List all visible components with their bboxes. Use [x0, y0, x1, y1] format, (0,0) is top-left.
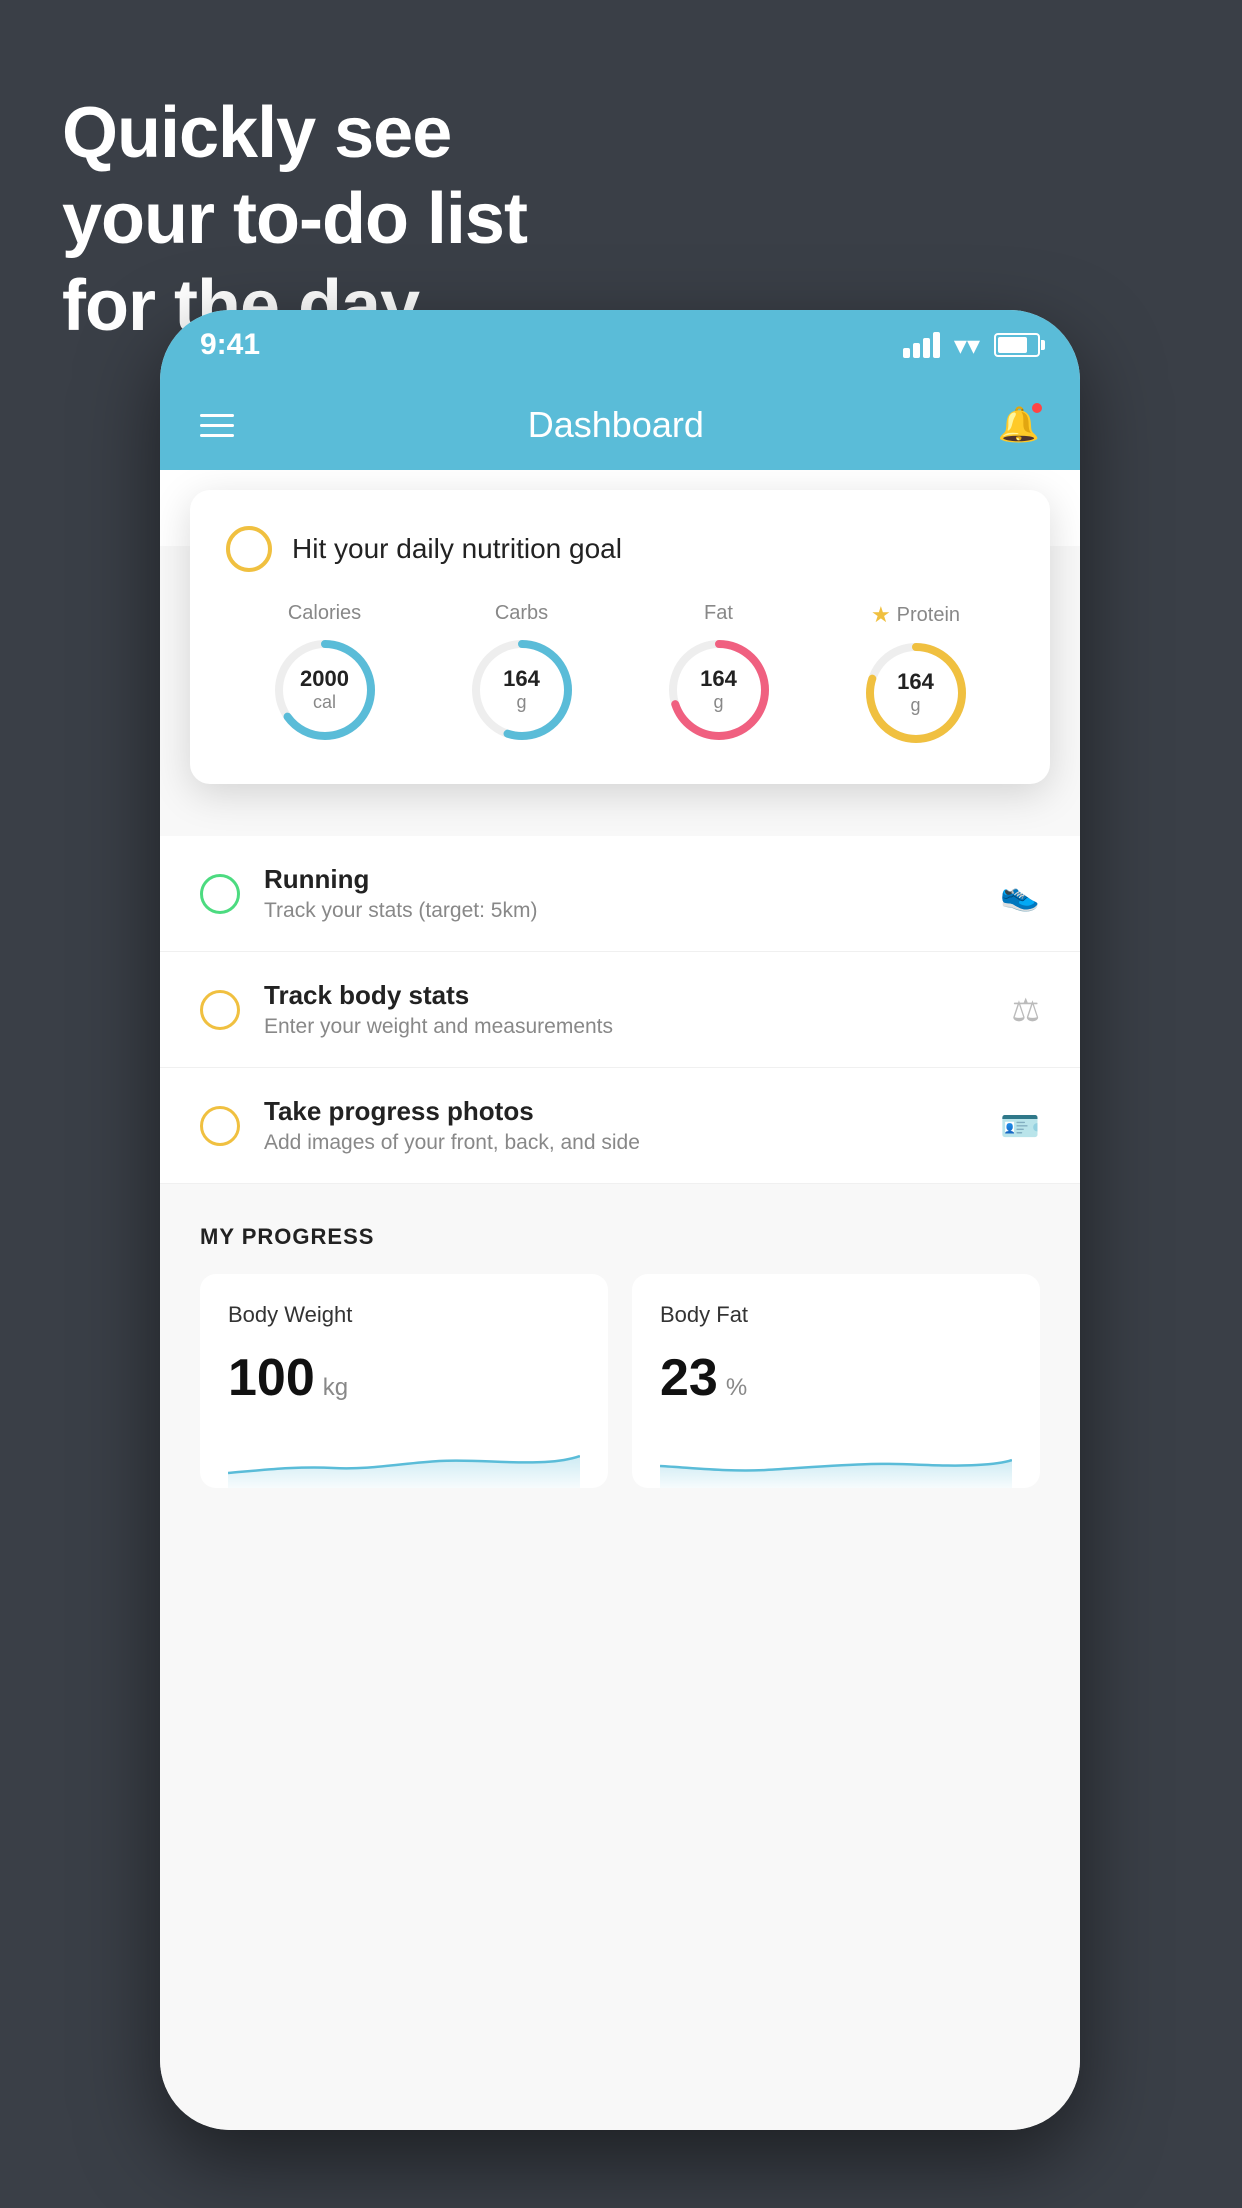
ring-fat-value: 164 — [700, 666, 737, 692]
app-content: THINGS TO DO TODAY Hit your daily nutrit… — [160, 470, 1080, 2130]
ring-protein-unit: g — [897, 695, 934, 717]
ring-protein-container: 164 g — [861, 638, 971, 748]
progress-cards: Body Weight 100 kg — [200, 1274, 1040, 1488]
nutrition-card-title-row: Hit your daily nutrition goal — [226, 526, 1014, 572]
progress-card-fat[interactable]: Body Fat 23 % — [632, 1274, 1040, 1488]
signal-icon — [903, 332, 940, 358]
wifi-icon: ▾▾ — [954, 330, 980, 361]
todo-subtitle-running: Track your stats (target: 5km) — [264, 899, 976, 923]
ring-calories-label: Calories — [288, 602, 361, 625]
todo-circle-running — [200, 874, 240, 914]
ring-carbs-label: Carbs — [495, 602, 548, 625]
scale-icon: ⚖ — [1011, 991, 1040, 1029]
ring-fat-container: 164 g — [664, 635, 774, 745]
status-bar: 9:41 ▾▾ — [160, 310, 1080, 380]
notification-badge — [1030, 401, 1044, 415]
progress-fat-value-row: 23 % — [660, 1348, 1012, 1408]
ring-fat-label: Fat — [704, 602, 733, 625]
ring-carbs-value: 164 — [503, 666, 540, 692]
app-header: Dashboard 🔔 — [160, 380, 1080, 470]
nutrition-rings: Calories 2000 cal Carbs — [226, 602, 1014, 748]
ring-carbs: Carbs 164 g — [467, 602, 577, 745]
app-title: Dashboard — [528, 404, 704, 446]
ring-carbs-container: 164 g — [467, 635, 577, 745]
progress-section-label: MY PROGRESS — [200, 1224, 1040, 1250]
body-fat-chart — [660, 1428, 1012, 1488]
progress-section: MY PROGRESS Body Weight 100 kg — [160, 1184, 1080, 1518]
progress-fat-unit: % — [726, 1374, 747, 1402]
notification-button[interactable]: 🔔 — [998, 405, 1040, 445]
progress-card-weight-title: Body Weight — [228, 1302, 580, 1328]
todo-list: Running Track your stats (target: 5km) 👟… — [160, 836, 1080, 1184]
ring-carbs-unit: g — [503, 692, 540, 714]
ring-calories-container: 2000 cal — [270, 635, 380, 745]
nutrition-card-title: Hit your daily nutrition goal — [292, 533, 622, 565]
todo-subtitle-photos: Add images of your front, back, and side — [264, 1131, 976, 1155]
phone-frame: 9:41 ▾▾ Dashboard 🔔 THINGS TO DO TODAY — [160, 310, 1080, 2130]
progress-fat-value: 23 — [660, 1348, 718, 1408]
star-icon: ★ — [871, 602, 891, 628]
running-icon: 👟 — [1000, 875, 1040, 913]
nutrition-check-circle[interactable] — [226, 526, 272, 572]
headline-line2: your to-do list — [62, 179, 527, 259]
todo-circle-body-stats — [200, 990, 240, 1030]
body-weight-chart — [228, 1428, 580, 1488]
ring-calories-unit: cal — [300, 692, 349, 714]
todo-text-running: Running Track your stats (target: 5km) — [264, 864, 976, 923]
progress-weight-value-row: 100 kg — [228, 1348, 580, 1408]
todo-text-body-stats: Track body stats Enter your weight and m… — [264, 980, 987, 1039]
headline-line1: Quickly see — [62, 93, 451, 173]
todo-title-running: Running — [264, 864, 976, 895]
todo-subtitle-body-stats: Enter your weight and measurements — [264, 1015, 987, 1039]
ring-protein: ★ Protein 164 g — [861, 602, 971, 748]
todo-item-running[interactable]: Running Track your stats (target: 5km) 👟 — [160, 836, 1080, 952]
todo-item-photos[interactable]: Take progress photos Add images of your … — [160, 1068, 1080, 1184]
todo-text-photos: Take progress photos Add images of your … — [264, 1096, 976, 1155]
ring-protein-value: 164 — [897, 669, 934, 695]
progress-card-fat-title: Body Fat — [660, 1302, 1012, 1328]
battery-icon — [994, 333, 1040, 357]
progress-weight-value: 100 — [228, 1348, 315, 1408]
todo-title-photos: Take progress photos — [264, 1096, 976, 1127]
photo-icon: 🪪 — [1000, 1107, 1040, 1145]
progress-weight-unit: kg — [323, 1374, 348, 1402]
todo-circle-photos — [200, 1106, 240, 1146]
ring-protein-label: ★ Protein — [871, 602, 960, 628]
ring-fat: Fat 164 g — [664, 602, 774, 745]
ring-calories-value: 2000 — [300, 666, 349, 692]
progress-card-weight[interactable]: Body Weight 100 kg — [200, 1274, 608, 1488]
status-time: 9:41 — [200, 328, 260, 362]
todo-item-body-stats[interactable]: Track body stats Enter your weight and m… — [160, 952, 1080, 1068]
ring-fat-unit: g — [700, 692, 737, 714]
todo-title-body-stats: Track body stats — [264, 980, 987, 1011]
nutrition-card: Hit your daily nutrition goal Calories 2… — [190, 490, 1050, 784]
menu-button[interactable] — [200, 414, 234, 437]
status-icons: ▾▾ — [903, 330, 1040, 361]
ring-calories: Calories 2000 cal — [270, 602, 380, 745]
